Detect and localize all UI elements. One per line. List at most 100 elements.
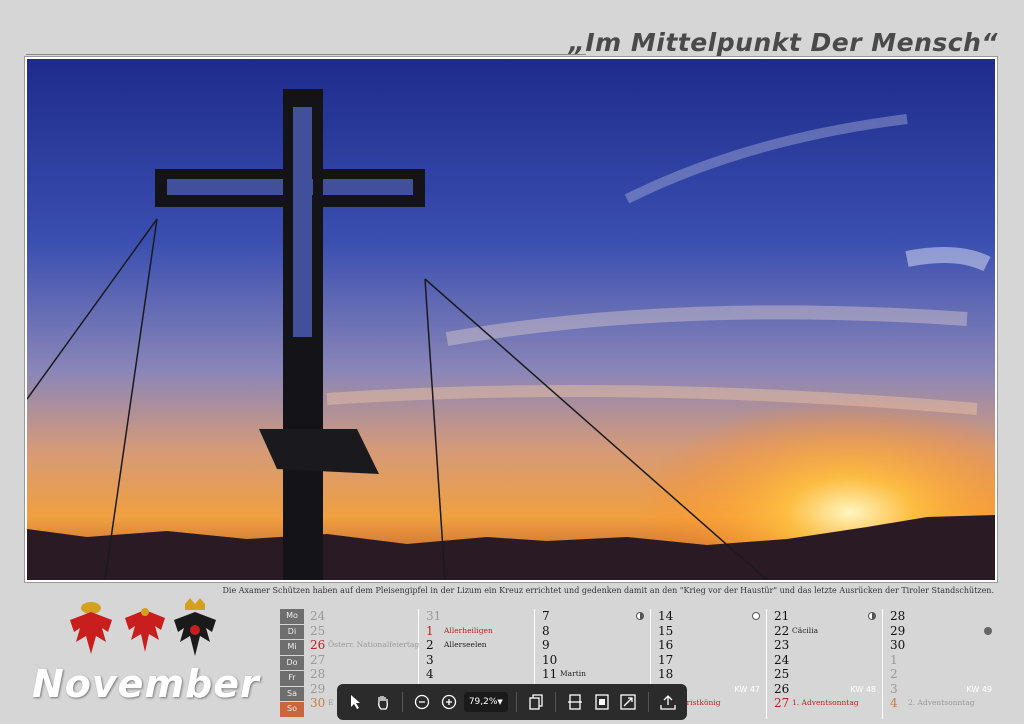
weekday-label: So — [280, 702, 304, 718]
toolbar-divider — [401, 692, 403, 712]
day-number: 27 — [774, 696, 790, 710]
day-number: 24 — [310, 609, 326, 623]
calendar-day: 4 — [422, 667, 534, 682]
calendar-week-label: KW 47 — [734, 685, 760, 694]
moon-phase-icon — [752, 612, 760, 620]
hand-icon[interactable] — [371, 690, 393, 714]
week-column: 28 29 30 1 2 3 4 2. Adventsonntag KW 49 — [886, 609, 998, 719]
day-number: 7 — [542, 609, 550, 623]
month-name: November — [32, 662, 260, 706]
page-title: „Im Mittelpunkt Der Mensch“ — [568, 28, 998, 57]
weekday-column: Mo Di Mi Do Fr Sa So — [280, 609, 304, 718]
calendar-day: 16 — [654, 638, 766, 653]
chevron-down-icon: ▼ — [497, 698, 503, 706]
day-number: 1 — [890, 652, 898, 667]
fullscreen-icon[interactable] — [617, 690, 639, 714]
day-number: 3 — [426, 652, 434, 667]
toolbar-divider — [515, 692, 517, 712]
day-number: 8 — [542, 623, 550, 638]
south-tyrol-eagle-icon — [125, 608, 165, 652]
day-number: 24 — [774, 652, 790, 667]
day-number: 9 — [542, 638, 550, 652]
day-number: 14 — [658, 609, 674, 623]
day-number: 3 — [890, 681, 898, 696]
zoom-out-icon[interactable] — [411, 690, 433, 714]
calendar-day: 3 — [422, 653, 534, 668]
calendar-day: 15 — [654, 624, 766, 639]
calendar-day: 2 — [886, 667, 998, 682]
day-number: 2 — [426, 638, 434, 652]
day-number: 28 — [310, 667, 326, 681]
moon-phase-icon — [868, 612, 876, 620]
calendar-day: 7 — [538, 609, 650, 624]
calendar-day: 31 — [422, 609, 534, 624]
toolbar-divider — [555, 692, 557, 712]
calendar-day: 23 — [770, 638, 882, 653]
photo-image — [27, 59, 995, 580]
calendar-day: 14 — [654, 609, 766, 624]
weekday-label: Mo — [280, 609, 304, 625]
day-note: 2. Adventsonntag — [908, 698, 975, 707]
calendar-day: 30 — [886, 638, 998, 653]
day-number: 10 — [542, 652, 558, 667]
day-number: 4 — [890, 696, 898, 710]
calendar-day: 4 2. Adventsonntag — [886, 696, 998, 711]
calendar-day: 1 — [886, 653, 998, 668]
toolbar-divider — [647, 692, 649, 712]
tyrol-eagle-icon — [70, 602, 112, 654]
day-number: 2 — [890, 667, 898, 681]
day-number: 25 — [310, 623, 326, 638]
day-number: 29 — [890, 623, 906, 638]
day-number: 16 — [658, 638, 674, 652]
day-number: 18 — [658, 667, 674, 681]
fit-page-icon[interactable] — [591, 690, 613, 714]
calendar-day: 1 Allerheiligen — [422, 624, 534, 639]
day-number: 26 — [310, 638, 326, 652]
calendar-day: 2 Allerseelen — [422, 638, 534, 653]
weekday-label: Di — [280, 624, 304, 640]
calendar-day: 25 — [306, 624, 418, 639]
calendar-day: 11 Martin — [538, 667, 650, 682]
calendar-week-label: KW 48 — [850, 685, 876, 694]
export-icon[interactable] — [656, 690, 678, 714]
calendar-day: 22 Cäcilia — [770, 624, 882, 639]
weekday-label: Do — [280, 655, 304, 671]
day-note: Österr. Nationalfeiertag — [328, 640, 420, 649]
day-number: 31 — [426, 609, 442, 623]
calendar-day: 27 — [306, 653, 418, 668]
day-number: 30 — [310, 696, 326, 710]
calendar-day: 10 — [538, 653, 650, 668]
pdf-viewer-toolbar: 79,2% ▼ — [337, 684, 687, 720]
day-number: 27 — [310, 652, 326, 667]
day-number: 25 — [774, 667, 790, 681]
day-number: 21 — [774, 609, 790, 623]
moon-phase-icon — [636, 612, 644, 620]
zoom-select[interactable]: 79,2% ▼ — [463, 692, 508, 712]
calendar-day: 25 — [770, 667, 882, 682]
day-note: 1. Adventsonntag — [792, 698, 859, 707]
zoom-in-icon[interactable] — [437, 690, 459, 714]
calendar-day: 21 — [770, 609, 882, 624]
calendar-day: 28 — [306, 667, 418, 682]
photo-caption: Die Axamer Schützen haben auf dem Pleise… — [222, 586, 994, 595]
pointer-icon[interactable] — [345, 690, 367, 714]
page-copy-icon[interactable] — [525, 690, 547, 714]
day-number: 15 — [658, 623, 674, 638]
day-number: 22 — [774, 623, 790, 638]
day-note: Allerheiligen — [444, 625, 493, 635]
calendar-day: 28 — [886, 609, 998, 624]
day-number: 28 — [890, 609, 906, 623]
calendar-day: 26 Österr. Nationalfeiertag — [306, 638, 420, 653]
calendar-day: 24 — [770, 653, 882, 668]
summit-cross-photo — [24, 56, 998, 583]
fit-width-icon[interactable] — [564, 690, 586, 714]
calendar-day: 18 — [654, 667, 766, 682]
calendar-day: 9 — [538, 638, 650, 653]
day-note: E — [328, 698, 334, 707]
title-divider — [26, 54, 586, 55]
day-number: 23 — [774, 638, 790, 652]
calendar-day: 27 1. Adventsonntag — [770, 696, 882, 711]
day-number: 17 — [658, 652, 674, 667]
calendar-day: 29 — [886, 624, 998, 639]
day-number: 1 — [426, 623, 434, 638]
